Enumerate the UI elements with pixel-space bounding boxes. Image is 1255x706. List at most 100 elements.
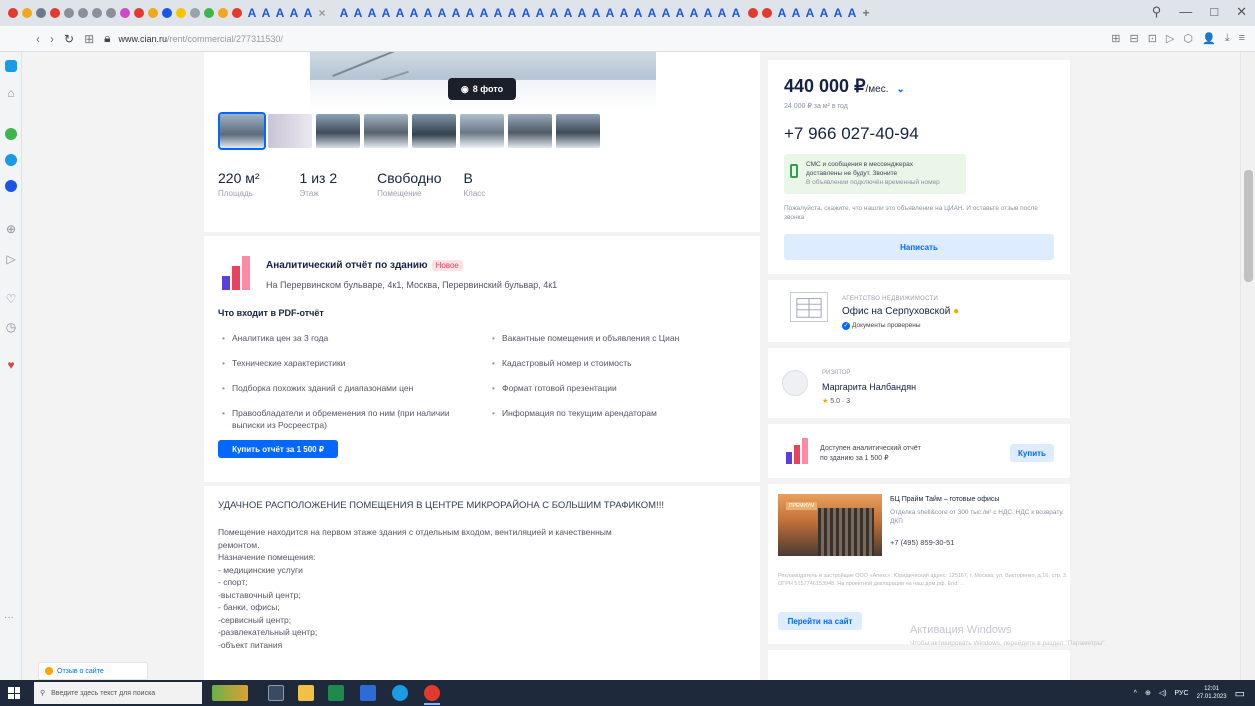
excel-icon[interactable] [328,685,344,701]
buy-mini-report-button[interactable]: Купить [1010,444,1054,462]
tab-favicon-a[interactable]: A [590,6,602,20]
tab-favicon-a[interactable]: A [660,6,672,20]
opera-speed-dial-icon[interactable] [5,60,17,72]
profile-icon[interactable]: 👤 [1202,32,1216,45]
tab-favicon[interactable] [204,8,214,18]
tab-favicon[interactable] [92,8,102,18]
url-field[interactable]: www.cian.ru/rent/commercial/277311530/ [119,34,283,44]
photo-thumbnail[interactable] [268,114,312,148]
opera-icon[interactable] [424,685,440,701]
tab-favicon-a[interactable]: A [548,6,560,20]
feedback-button[interactable]: Отзыв о сайте [38,662,148,680]
tab-favicon-a[interactable]: A [302,6,314,20]
tab-favicon[interactable] [50,8,60,18]
task-view-icon[interactable] [268,685,284,701]
tab-favicon-a[interactable]: A [436,6,448,20]
tab-favicon[interactable] [218,8,228,18]
tab-favicon-a[interactable]: A [562,6,574,20]
messenger-icon[interactable] [5,180,17,192]
tab-favicon[interactable] [106,8,116,18]
reload-icon[interactable]: ↻ [64,32,74,46]
tab-favicon[interactable] [748,8,758,18]
close-button[interactable]: ✕ [1236,4,1247,20]
play-icon[interactable]: ▷ [1166,32,1174,45]
photo-thumbnail[interactable] [364,114,408,148]
write-message-button[interactable]: Написать [784,234,1054,260]
agency-name[interactable]: Офис на Серпуховской ● [842,306,959,317]
vpn-icon[interactable]: ⊕ [4,222,18,236]
network-icon[interactable]: ⊕ [1145,689,1151,697]
tab-favicon[interactable] [78,8,88,18]
tab-favicon-a[interactable]: A [674,6,686,20]
tab-favicon-a[interactable]: A [632,6,644,20]
tab-favicon-a[interactable]: A [604,6,616,20]
forward-icon[interactable]: › [50,32,54,46]
ad-image[interactable]: ПРЕМИУМ [778,494,882,556]
tab-favicon-a[interactable]: A [804,6,816,20]
tab-favicon-a[interactable]: A [464,6,476,20]
tray-chevron-icon[interactable]: ^ [1134,690,1137,697]
extension-icon[interactable]: ⊞ [1111,32,1120,45]
history-icon[interactable]: ◷ [4,320,18,334]
tab-favicon-a[interactable]: A [506,6,518,20]
news-widget-icon[interactable] [212,685,248,701]
tab-favicon[interactable] [64,8,74,18]
tab-favicon-a[interactable]: A [422,6,434,20]
tab-favicon-a[interactable]: A [790,6,802,20]
ad-title[interactable]: БЦ Прайм Тайм – готовые офисы [890,496,999,503]
tab-favicon-a[interactable]: A [618,6,630,20]
new-tab-icon[interactable]: + [860,6,872,20]
download-icon[interactable]: ⤓ [1225,32,1230,45]
photo-thumbnail[interactable] [316,114,360,148]
tab-favicon-a[interactable]: A [352,6,364,20]
telegram-icon[interactable] [5,154,17,166]
phone-number[interactable]: +7 966 027-40-94 [784,124,919,144]
photo-thumbnail[interactable] [556,114,600,148]
tab-favicon-a[interactable]: A [534,6,546,20]
tab-favicon-a[interactable]: A [646,6,658,20]
clock[interactable]: 12:01 27.01.2023 [1197,685,1227,701]
scrollbar-thumb[interactable] [1244,170,1253,282]
buy-report-button[interactable]: Купить отчёт за 1 500 ₽ [218,440,338,458]
photo-thumbnail[interactable] [412,114,456,148]
menu-icon[interactable]: ≡ [1239,32,1245,45]
realtor-name[interactable]: Маргарита Налбандян [822,382,916,392]
windows-start-icon[interactable] [8,687,20,699]
tab-favicon-a[interactable]: A [450,6,462,20]
tab-favicon-a[interactable]: A [394,6,406,20]
tab-favicon[interactable] [190,8,200,18]
tab-favicon-a[interactable]: A [832,6,844,20]
taskbar-search[interactable]: ⚲ Введите здесь текст для поиска [34,682,202,704]
tabs-grid-icon[interactable]: ⊞ [84,32,94,46]
tab-favicon[interactable] [176,8,186,18]
tab-favicon-a[interactable]: A [846,6,858,20]
notifications-icon[interactable]: ▭ [1235,687,1245,700]
sidebar-more-icon[interactable]: ··· [4,612,14,623]
tab-favicon-a[interactable]: A [492,6,504,20]
photo-thumbnail[interactable] [508,114,552,148]
tab-favicon-a[interactable]: A [776,6,788,20]
photo-thumbnail[interactable] [460,114,504,148]
tab-favicon[interactable] [162,8,172,18]
word-icon[interactable] [360,685,376,701]
tab-favicon-a[interactable]: A [702,6,714,20]
tab-favicon-a[interactable]: A [380,6,392,20]
tab-favicon[interactable] [762,8,772,18]
tab-favicon-a[interactable]: A [818,6,830,20]
tab-favicon-a[interactable]: A [478,6,490,20]
pinboard-icon[interactable]: ♥ [4,358,18,372]
tab-favicon[interactable] [22,8,32,18]
photos-count-button[interactable]: ◉ 8 фото [448,78,516,100]
agency-logo[interactable] [790,292,828,322]
back-icon[interactable]: ‹ [36,32,40,46]
tab-favicon-a[interactable]: A [366,6,378,20]
maximize-button[interactable]: □ [1210,4,1218,20]
tab-favicon-a[interactable]: A [246,6,258,20]
tab-favicon-a[interactable]: A [288,6,300,20]
extension-icon[interactable]: ⬡ [1183,32,1193,45]
whatsapp-icon[interactable] [5,128,17,140]
extension-icon[interactable]: ⊡ [1148,32,1157,45]
photo-thumbnail[interactable] [218,112,266,150]
tab-favicon-a[interactable]: A [408,6,420,20]
tab-favicon-a[interactable]: A [274,6,286,20]
